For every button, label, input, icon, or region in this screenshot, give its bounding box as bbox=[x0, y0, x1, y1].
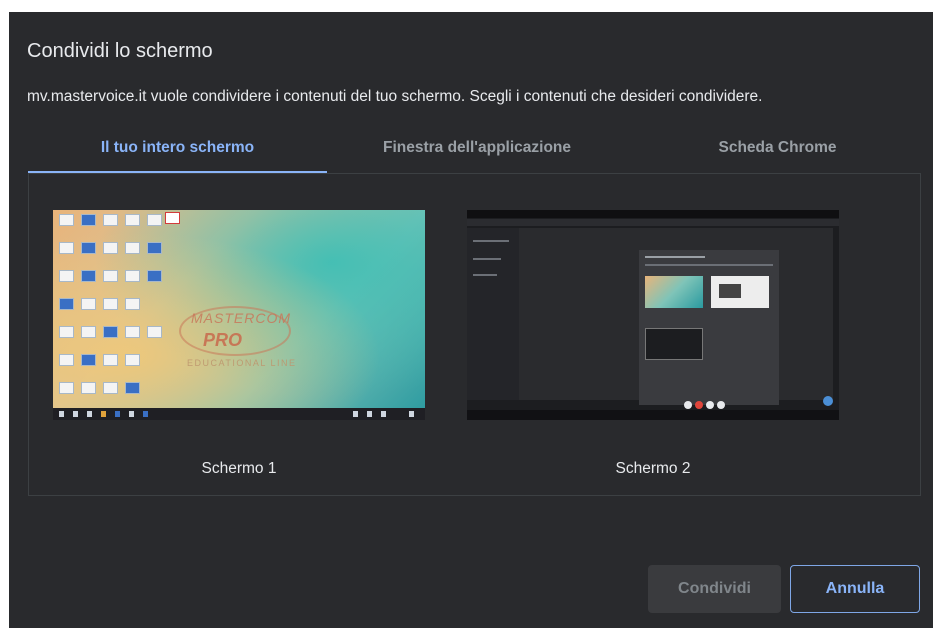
wallpaper-logo: MASTERCOM bbox=[191, 310, 291, 326]
nested-share-dialog bbox=[639, 250, 779, 405]
desktop-taskbar bbox=[53, 408, 425, 420]
nested-thumb-2 bbox=[711, 276, 769, 308]
source-list-panel: MASTERCOM PRO EDUCATIONAL LINE Schermo 1… bbox=[28, 173, 921, 496]
screen-1-label: Schermo 1 bbox=[201, 460, 277, 477]
screen-2-thumbnail[interactable] bbox=[467, 210, 839, 420]
cancel-button[interactable]: Annulla bbox=[790, 565, 920, 613]
source-screen-1[interactable]: MASTERCOM PRO EDUCATIONAL LINE Schermo 1 bbox=[53, 210, 425, 478]
nested-thumb-1 bbox=[645, 276, 703, 308]
screen-2-label: Schermo 2 bbox=[615, 460, 691, 477]
tab-chrome-tab[interactable]: Scheda Chrome bbox=[627, 132, 928, 174]
share-screen-dialog: Condividi lo schermo mv.mastervoice.it v… bbox=[9, 12, 933, 628]
fab-icon bbox=[823, 396, 833, 406]
wallpaper-logo-edu: EDUCATIONAL LINE bbox=[187, 358, 297, 368]
dialog-title: Condividi lo schermo bbox=[27, 40, 213, 62]
desktop-icons bbox=[57, 212, 180, 402]
source-tabs: Il tuo intero schermo Finestra dell'appl… bbox=[28, 132, 928, 174]
browser-address-bar bbox=[467, 219, 839, 226]
app-sidebar bbox=[467, 228, 519, 400]
app-main-area bbox=[519, 228, 833, 409]
nested-thumb-3 bbox=[645, 328, 703, 360]
dialog-description: mv.mastervoice.it vuole condividere i co… bbox=[27, 88, 763, 105]
call-controls bbox=[684, 396, 732, 409]
tab-entire-screen[interactable]: Il tuo intero schermo bbox=[28, 132, 327, 174]
browser-tabs-bar bbox=[467, 210, 839, 218]
screen-1-thumbnail[interactable]: MASTERCOM PRO EDUCATIONAL LINE bbox=[53, 210, 425, 420]
os-taskbar bbox=[467, 410, 839, 420]
wallpaper-logo-sub: PRO bbox=[203, 330, 243, 350]
tab-application-window[interactable]: Finestra dell'applicazione bbox=[327, 132, 627, 174]
source-screen-2[interactable]: Schermo 2 bbox=[467, 210, 839, 478]
share-button[interactable]: Condividi bbox=[648, 565, 781, 613]
